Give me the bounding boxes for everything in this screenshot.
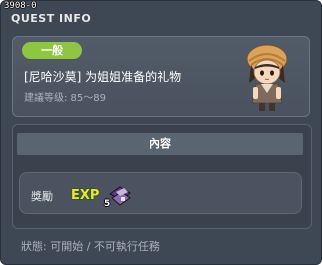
exp-icon: EXP (70, 187, 100, 202)
quest-summary-panel: 一般 [尼哈沙莫] 为姐姐准备的礼物 建議等级: 85～89 (12, 36, 310, 117)
svg-text:EXP: EXP (71, 188, 99, 202)
recommended-level: 建議等级: 85～89 (24, 93, 106, 104)
reward-box: 獎勵 EXP 5 (19, 172, 302, 214)
quest-info-window: 3908-0 QUEST INFO 一般 [尼哈沙莫] 为姐姐准备的礼物 建議等… (0, 0, 322, 265)
content-header: 內容 (17, 133, 303, 155)
quest-id: 3908-0 (4, 1, 37, 11)
quest-name: [尼哈沙莫] 为姐姐准备的礼物 (24, 70, 182, 84)
npc-portrait-icon (246, 44, 288, 111)
quest-status: 狀態: 可開始 / 不可執行任務 (21, 240, 160, 253)
reward-label: 獎勵 (31, 190, 53, 203)
window-title: QUEST INFO (11, 12, 92, 25)
item-quantity: 5 (104, 199, 111, 209)
quest-content-section: 內容 獎勵 EXP 5 (12, 124, 312, 229)
quest-category-badge: 一般 (22, 42, 82, 59)
